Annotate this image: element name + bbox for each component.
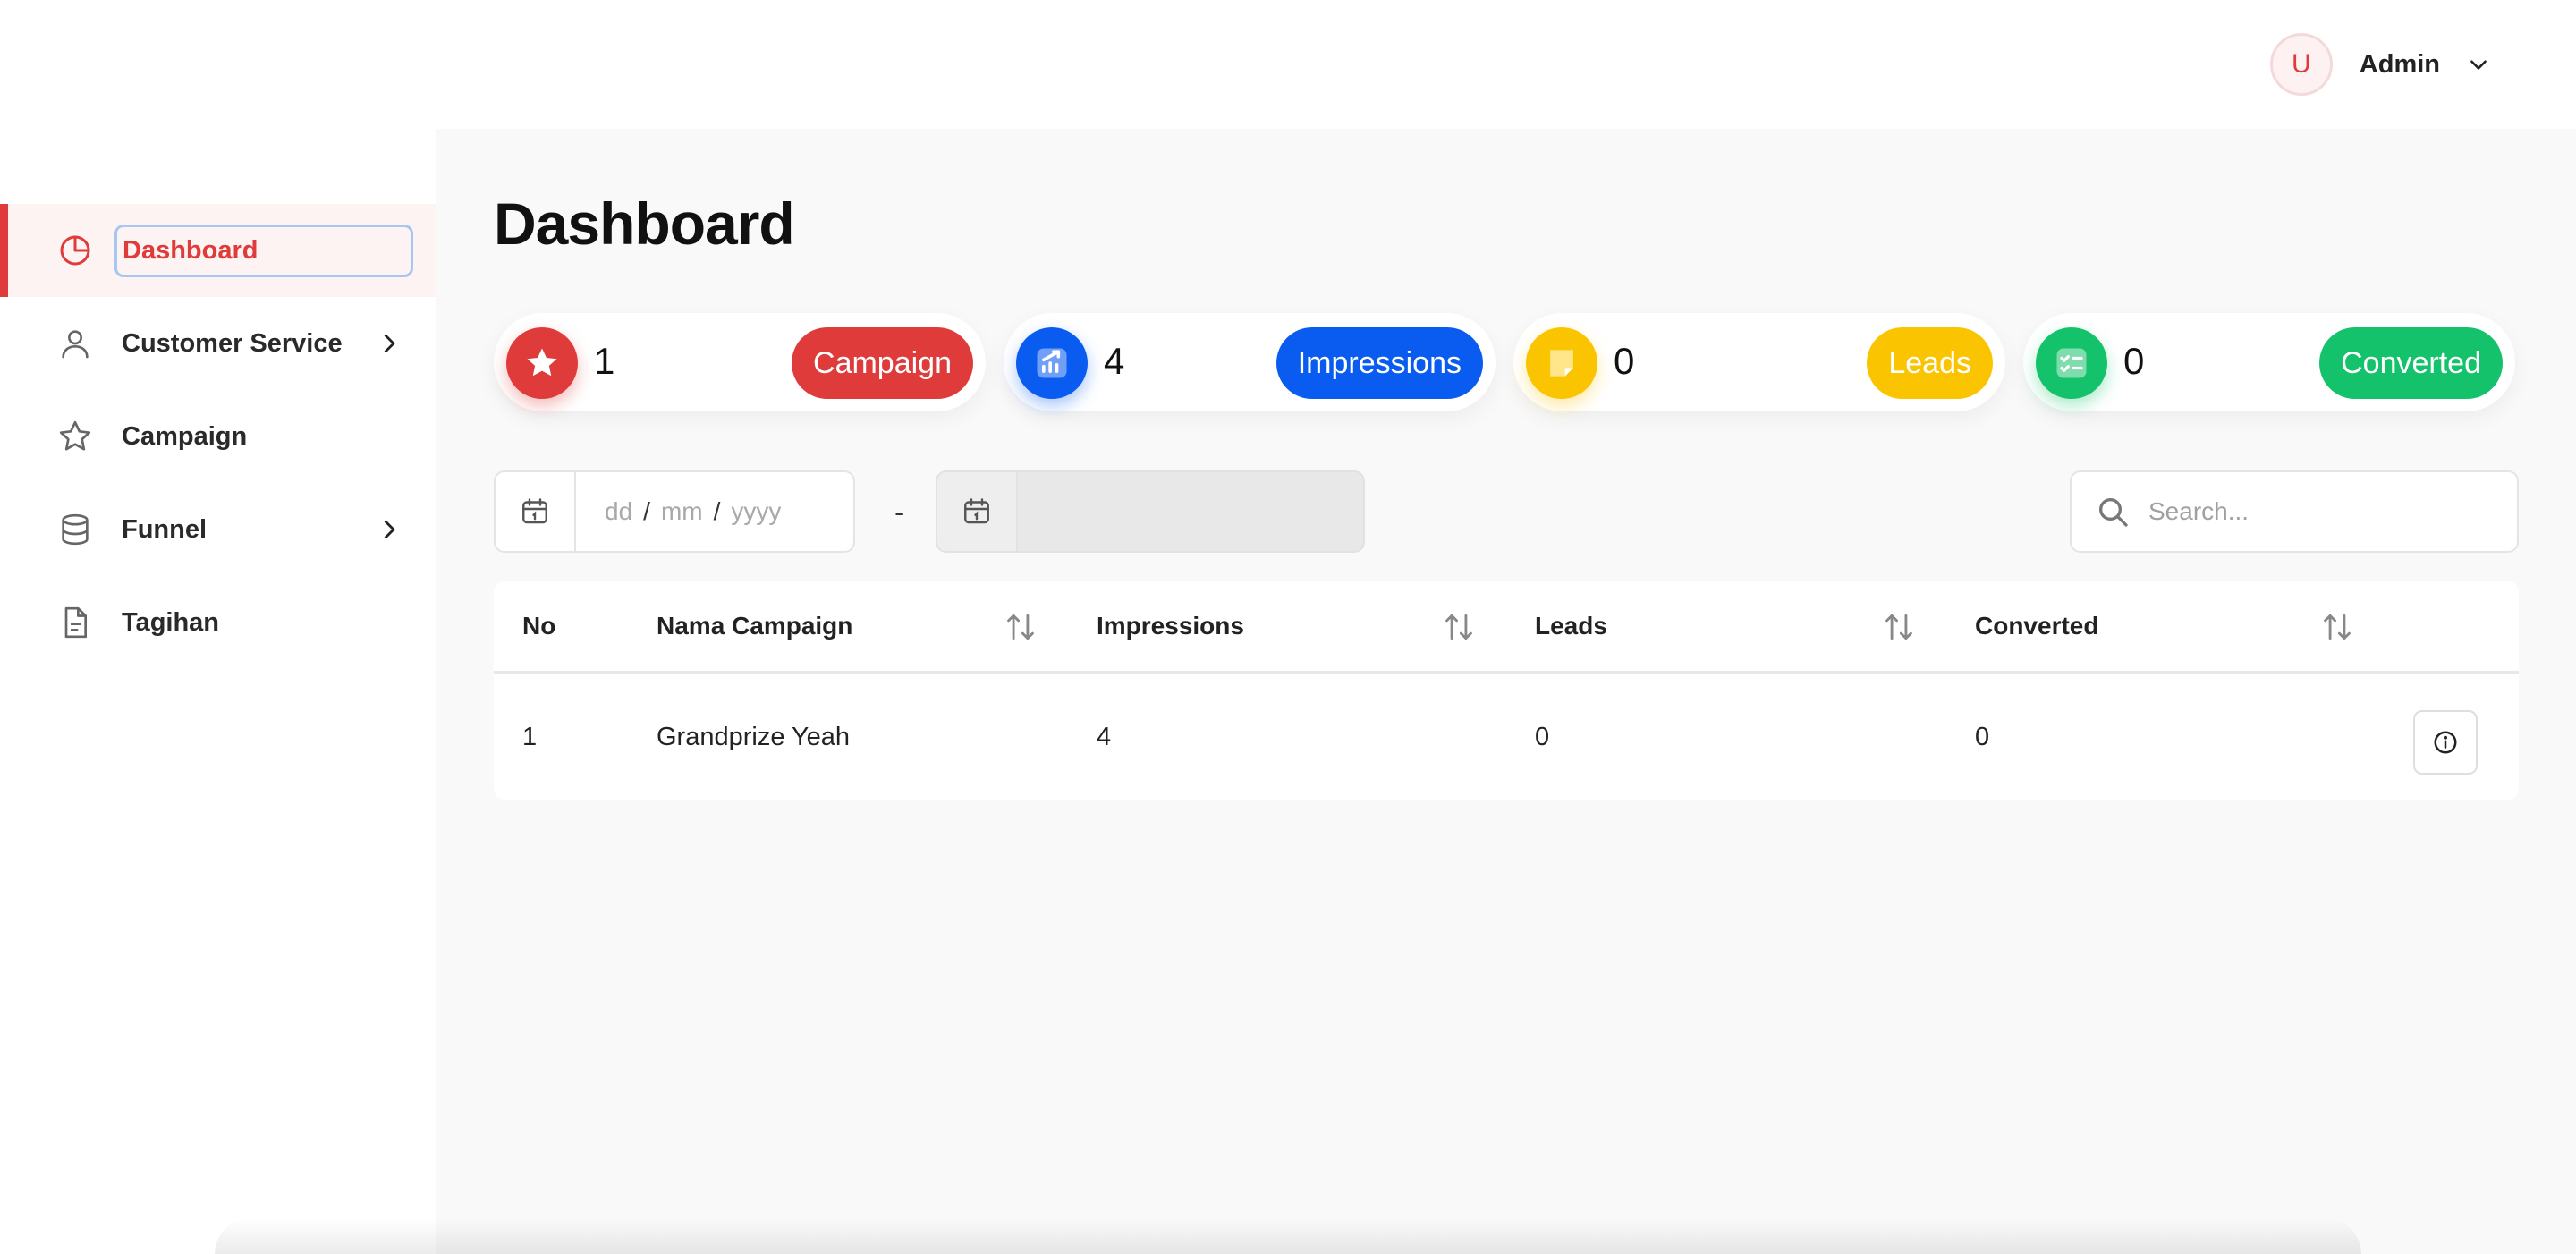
- chevron-down-icon: [2470, 60, 2487, 70]
- stat-label-pill: Impressions: [1275, 327, 1483, 399]
- column-header-impressions: Impressions: [1097, 612, 1244, 640]
- info-button[interactable]: [2413, 710, 2478, 775]
- bottom-shadow: [215, 1218, 2361, 1254]
- sidebar: Dashboard Customer Service Campaign Funn…: [0, 129, 436, 1254]
- search-box[interactable]: [2070, 470, 2519, 553]
- database-icon: [62, 513, 89, 546]
- sidebar-item-funnel[interactable]: Funnel: [0, 483, 436, 576]
- sidebar-item-dashboard[interactable]: Dashboard: [0, 204, 436, 297]
- main-content: Dashboard 1 Campaign 4 Impressions 0 Lea…: [436, 129, 2576, 1254]
- stat-value: 4: [1104, 340, 1125, 382]
- start-date-field[interactable]: dd / mm / yyyy: [494, 470, 855, 553]
- stat-value: 0: [1614, 340, 1635, 382]
- sidebar-item-label: Tagihan: [122, 607, 220, 637]
- search-input[interactable]: [2148, 497, 2488, 526]
- sidebar-item-label: Campaign: [122, 421, 248, 451]
- calendar-icon[interactable]: [496, 472, 576, 551]
- sidebar-item-campaign[interactable]: Campaign: [0, 390, 436, 483]
- user-name: Admin: [2359, 49, 2440, 79]
- user-menu[interactable]: U Admin: [2269, 32, 2490, 97]
- stat-label-pill: Campaign: [792, 327, 973, 399]
- sort-icon[interactable]: [1442, 610, 1476, 644]
- column-header-nama-campaign: Nama Campaign: [657, 612, 853, 640]
- chevron-right-icon: [384, 520, 395, 539]
- chart-up-icon: [1016, 327, 1088, 399]
- stat-label-pill: Leads: [1867, 327, 1993, 399]
- date-day: dd: [605, 497, 633, 525]
- date-range-separator: -: [894, 496, 905, 530]
- stat-card-impressions: 4 Impressions: [1004, 313, 1496, 411]
- stat-label-pill: Converted: [2319, 327, 2503, 399]
- info-icon: [2434, 731, 2457, 754]
- user-icon: [62, 330, 89, 359]
- search-icon: [2099, 498, 2128, 527]
- top-bar: U Admin: [0, 0, 2576, 129]
- date-separator: /: [643, 497, 650, 525]
- document-icon: [64, 606, 87, 639]
- sort-icon[interactable]: [2320, 610, 2354, 644]
- star-icon: [59, 420, 91, 451]
- chevron-right-icon: [384, 334, 395, 353]
- date-year: yyyy: [731, 497, 782, 525]
- stat-value: 1: [594, 340, 615, 382]
- end-date-field[interactable]: [936, 470, 1365, 553]
- calendar-icon[interactable]: [937, 472, 1018, 551]
- sidebar-item-tagihan[interactable]: Tagihan: [0, 576, 436, 669]
- star-icon: [506, 327, 578, 399]
- stat-card-converted: 0 Converted: [2023, 313, 2515, 411]
- cell-impressions: 4: [1097, 723, 1112, 751]
- column-header-converted: Converted: [1975, 612, 2099, 640]
- page-title: Dashboard: [494, 191, 795, 257]
- table-header: No Nama Campaign Impressions Leads Conve…: [494, 581, 2519, 674]
- sidebar-item-label: Funnel: [122, 514, 208, 544]
- column-header-no: No: [522, 612, 556, 640]
- cell-no: 1: [522, 723, 538, 751]
- date-month: mm: [660, 497, 703, 525]
- sort-icon[interactable]: [1882, 610, 1916, 644]
- cell-nama-campaign: Grandprize Yeah: [657, 723, 851, 751]
- sidebar-item-label: Customer Service: [122, 328, 343, 358]
- table-row: 1 Grandprize Yeah 4 0 0: [494, 678, 2519, 800]
- checklist-icon: [2036, 327, 2107, 399]
- date-placeholder: dd / mm / yyyy: [576, 472, 781, 551]
- avatar: U: [2269, 33, 2333, 96]
- column-header-leads: Leads: [1535, 612, 1607, 640]
- campaign-table: No Nama Campaign Impressions Leads Conve…: [494, 581, 2519, 800]
- sort-icon[interactable]: [1004, 610, 1038, 644]
- stat-card-campaign: 1 Campaign: [494, 313, 986, 411]
- sidebar-item-label: Dashboard: [114, 224, 413, 277]
- sidebar-item-customer-service[interactable]: Customer Service: [0, 297, 436, 390]
- stat-value: 0: [2123, 340, 2145, 382]
- cell-leads: 0: [1535, 723, 1550, 751]
- date-separator: /: [713, 497, 721, 525]
- cell-converted: 0: [1975, 723, 1990, 751]
- note-icon: [1526, 327, 1597, 399]
- stat-card-leads: 0 Leads: [1513, 313, 2005, 411]
- pie-chart-icon: [60, 235, 90, 266]
